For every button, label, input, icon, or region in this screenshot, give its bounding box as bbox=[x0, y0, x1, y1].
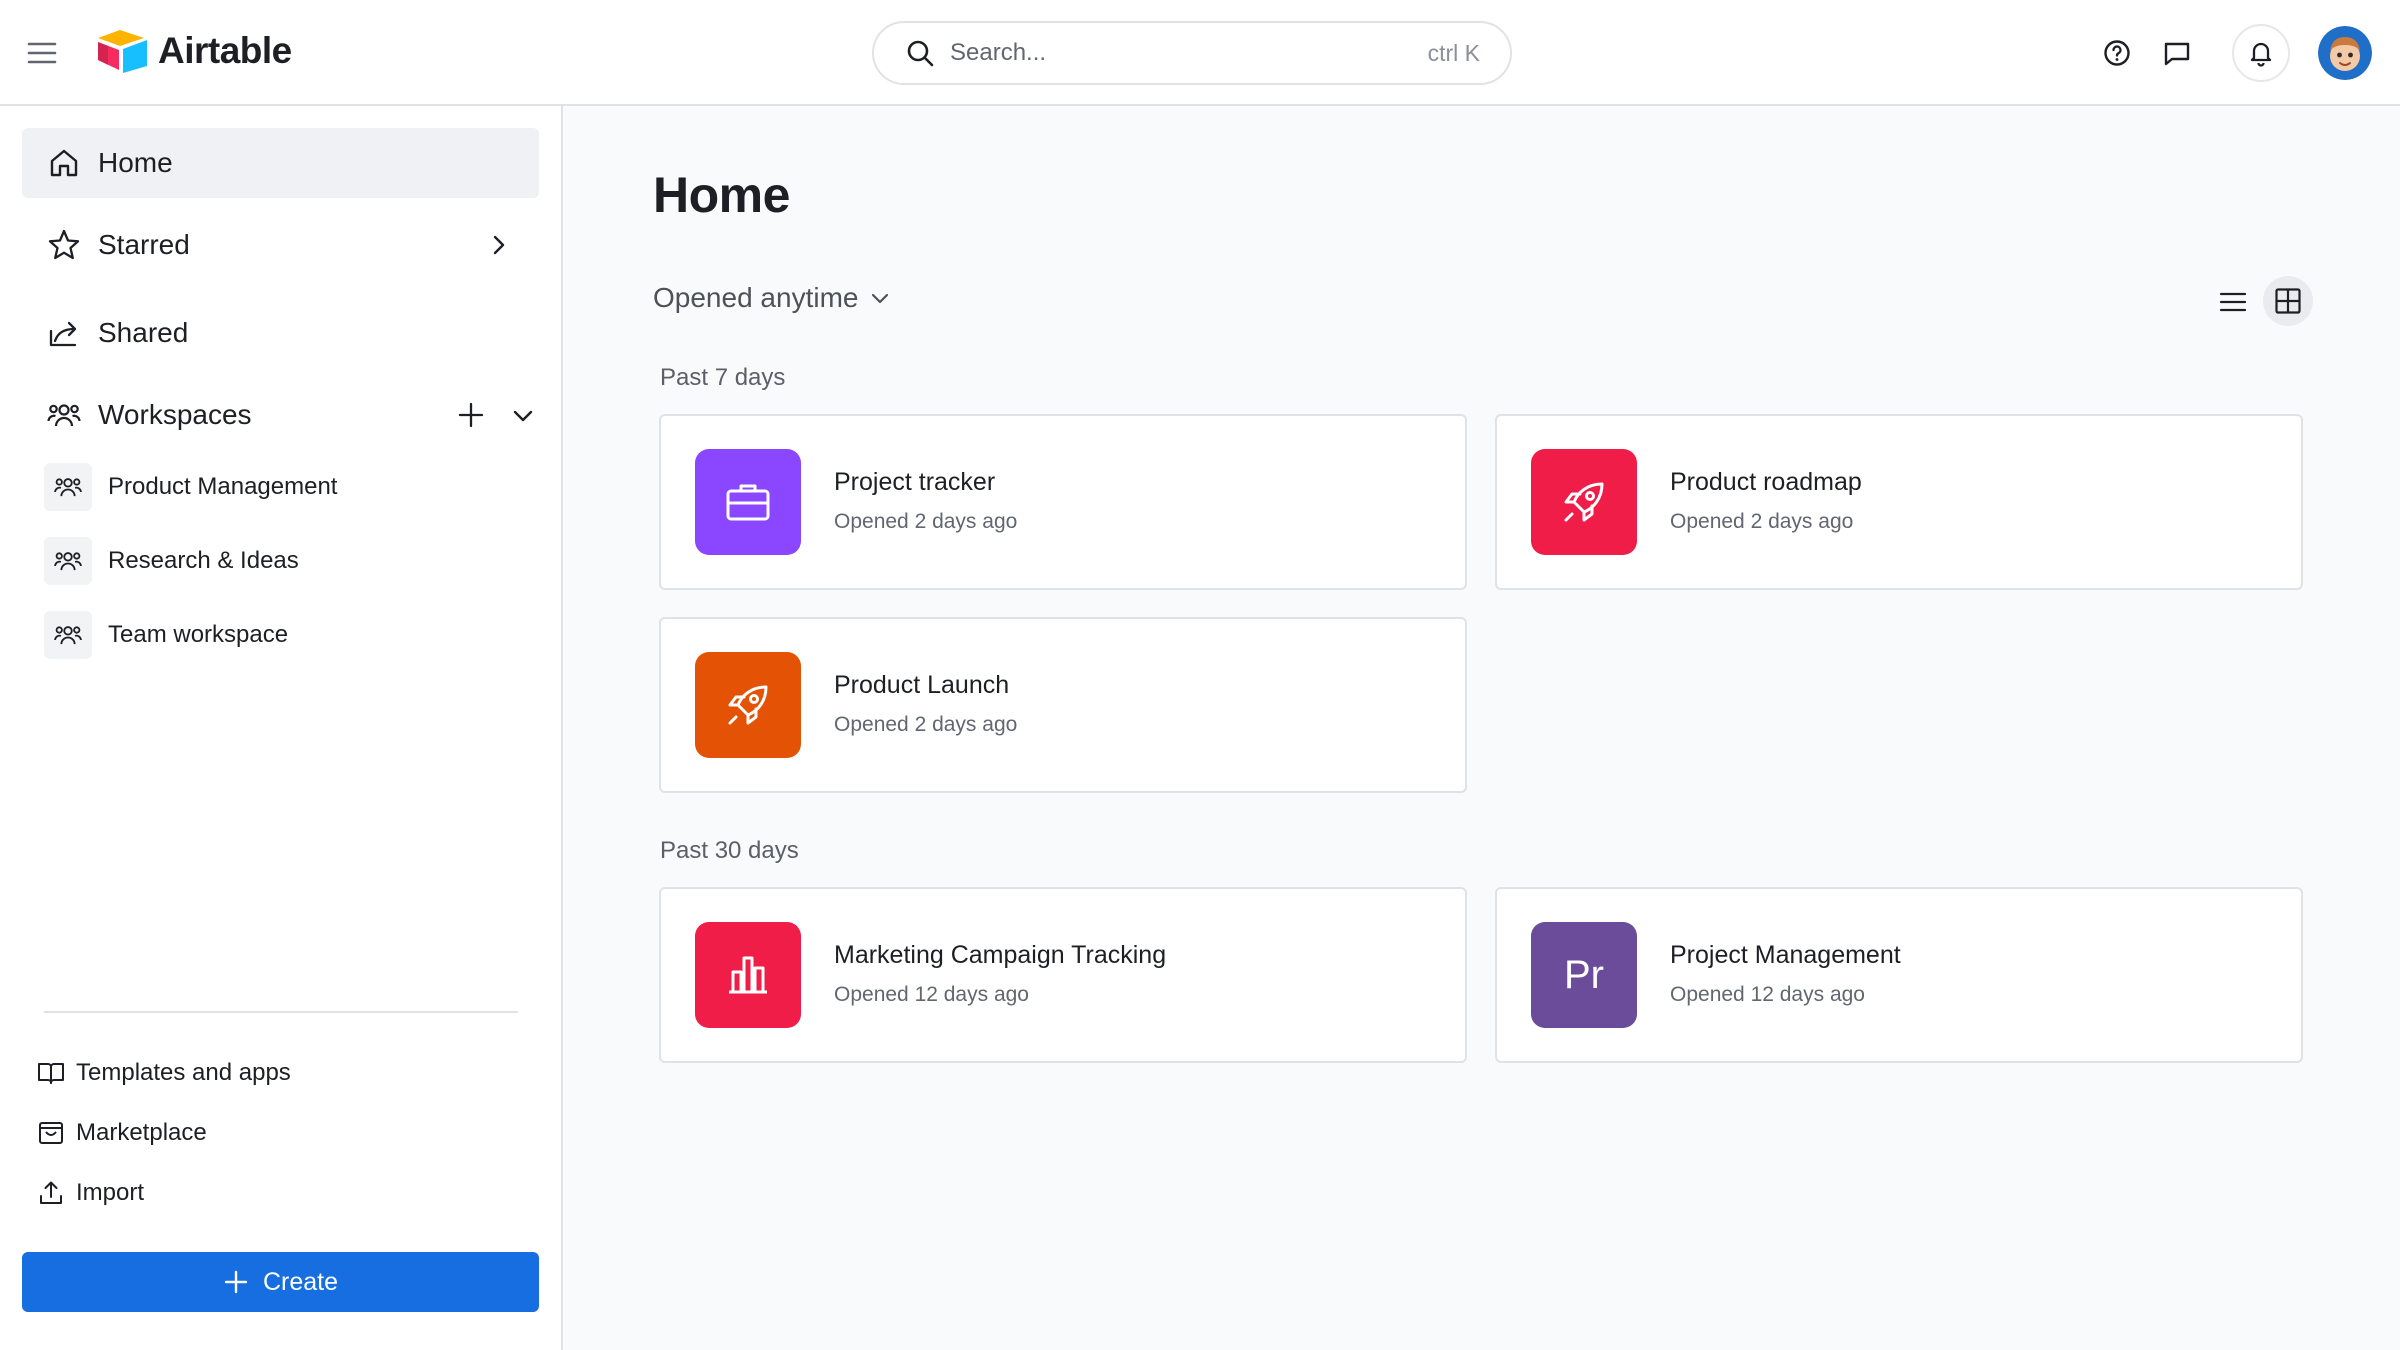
search-icon bbox=[904, 37, 936, 69]
plus-icon bbox=[223, 1269, 249, 1295]
footer-item-label: Marketplace bbox=[76, 1119, 207, 1146]
sidebar-divider bbox=[44, 1011, 518, 1013]
base-card-marketing-campaign-tracking[interactable]: Marketing Campaign Tracking Opened 12 da… bbox=[659, 887, 1467, 1063]
base-card-product-launch[interactable]: Product Launch Opened 2 days ago bbox=[659, 617, 1467, 793]
marketplace-link[interactable]: Marketplace bbox=[36, 1111, 207, 1155]
airtable-logo[interactable]: Airtable bbox=[96, 28, 292, 74]
sidebar-item-shared[interactable]: Shared bbox=[22, 298, 539, 368]
rocket-icon bbox=[695, 652, 801, 758]
chevron-down-icon[interactable] bbox=[508, 401, 538, 431]
initials-badge: Pr bbox=[1531, 922, 1637, 1028]
workspace-label: Product Management bbox=[108, 473, 338, 500]
section-label-past-7-days: Past 7 days bbox=[660, 364, 786, 391]
star-icon bbox=[46, 227, 82, 263]
rocket-icon bbox=[1531, 449, 1637, 555]
base-initials: Pr bbox=[1564, 952, 1604, 997]
list-icon bbox=[2218, 287, 2248, 317]
chat-icon[interactable] bbox=[2160, 36, 2194, 70]
base-title: Project tracker bbox=[834, 468, 996, 496]
workspace-users-icon bbox=[44, 611, 92, 659]
book-icon bbox=[36, 1058, 66, 1088]
bar-chart-icon bbox=[695, 922, 801, 1028]
add-workspace-icon[interactable] bbox=[454, 398, 488, 432]
footer-item-label: Templates and apps bbox=[76, 1059, 291, 1086]
base-opened-time: Opened 2 days ago bbox=[1670, 510, 1854, 533]
grid-icon bbox=[2273, 286, 2303, 316]
users-icon bbox=[46, 397, 82, 433]
avatar[interactable] bbox=[2318, 26, 2372, 80]
sidebar: Home Starred Shared Workspaces Product M… bbox=[0, 106, 563, 1350]
menu-icon[interactable] bbox=[26, 38, 58, 68]
chevron-down-icon bbox=[868, 286, 892, 310]
top-bar: Airtable Search... ctrl K bbox=[0, 0, 2400, 106]
chevron-right-icon[interactable] bbox=[485, 231, 513, 259]
briefcase-icon bbox=[695, 449, 801, 555]
app-name: Airtable bbox=[158, 30, 292, 71]
home-icon bbox=[46, 145, 82, 181]
opened-filter-dropdown[interactable]: Opened anytime bbox=[653, 282, 892, 314]
help-icon[interactable] bbox=[2100, 36, 2134, 70]
workspace-item-team-workspace[interactable]: Team workspace bbox=[44, 608, 534, 662]
base-title: Marketing Campaign Tracking bbox=[834, 941, 1167, 969]
templates-and-apps-link[interactable]: Templates and apps bbox=[36, 1051, 291, 1095]
airtable-logo-icon bbox=[96, 28, 150, 74]
base-card-project-tracker[interactable]: Project tracker Opened 2 days ago bbox=[659, 414, 1467, 590]
footer-item-label: Import bbox=[76, 1179, 145, 1206]
workspace-users-icon bbox=[44, 537, 92, 585]
sidebar-item-starred[interactable]: Starred bbox=[22, 210, 539, 280]
marketplace-icon bbox=[36, 1118, 66, 1148]
base-title: Project Management bbox=[1670, 941, 1901, 969]
base-card-product-roadmap[interactable]: Product roadmap Opened 2 days ago bbox=[1495, 414, 2303, 590]
sidebar-item-home[interactable]: Home bbox=[22, 128, 539, 198]
base-opened-time: Opened 2 days ago bbox=[834, 713, 1018, 736]
filter-label: Opened anytime bbox=[653, 282, 859, 313]
search-placeholder: Search... bbox=[950, 39, 1047, 66]
sidebar-item-workspaces[interactable]: Workspaces bbox=[22, 380, 539, 450]
workspace-users-icon bbox=[44, 463, 92, 511]
sidebar-item-label: Shared bbox=[98, 317, 189, 348]
sidebar-item-label: Workspaces bbox=[98, 399, 252, 430]
grid-view-button[interactable] bbox=[2263, 276, 2313, 326]
base-opened-time: Opened 12 days ago bbox=[834, 983, 1029, 1006]
share-icon bbox=[46, 315, 82, 351]
create-button[interactable]: Create bbox=[22, 1252, 539, 1312]
page-title: Home bbox=[653, 167, 790, 223]
import-link[interactable]: Import bbox=[36, 1171, 144, 1215]
workspace-item-research-ideas[interactable]: Research & Ideas bbox=[44, 534, 534, 588]
search-shortcut: ctrl K bbox=[1427, 39, 1480, 66]
base-card-project-management[interactable]: Pr Project Management Opened 12 days ago bbox=[1495, 887, 2303, 1063]
main-content: Home Opened anytime Past 7 days Project … bbox=[563, 106, 2400, 1350]
search-bar[interactable]: Search... ctrl K bbox=[872, 21, 1512, 85]
base-title: Product Launch bbox=[834, 671, 1010, 699]
workspace-label: Team workspace bbox=[108, 621, 289, 648]
upload-icon bbox=[36, 1178, 66, 1208]
base-opened-time: Opened 12 days ago bbox=[1670, 983, 1865, 1006]
sidebar-item-label: Starred bbox=[98, 229, 190, 260]
section-label-past-30-days: Past 30 days bbox=[660, 837, 799, 864]
sidebar-item-label: Home bbox=[98, 147, 173, 178]
notifications-button[interactable] bbox=[2232, 24, 2290, 82]
base-opened-time: Opened 2 days ago bbox=[834, 510, 1018, 533]
workspace-label: Research & Ideas bbox=[108, 547, 299, 574]
workspace-item-product-management[interactable]: Product Management bbox=[44, 460, 534, 514]
bell-icon bbox=[2246, 38, 2276, 68]
create-button-label: Create bbox=[262, 1267, 339, 1296]
list-view-button[interactable] bbox=[2213, 282, 2253, 322]
base-title: Product roadmap bbox=[1670, 468, 1862, 496]
